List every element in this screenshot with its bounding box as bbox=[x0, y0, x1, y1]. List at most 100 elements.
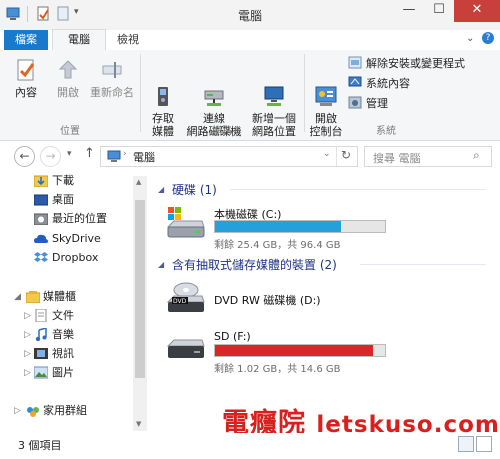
recent-locations-icon[interactable]: ▾ bbox=[67, 149, 72, 159]
uninstall-program-button[interactable]: 解除安裝或變更程式 bbox=[348, 56, 465, 72]
collapsed-arrow-icon[interactable]: ▷ bbox=[24, 345, 31, 363]
expanded-arrow-icon[interactable]: ◢ bbox=[14, 288, 21, 306]
scroll-up-icon[interactable]: ▲ bbox=[136, 178, 141, 186]
homegroup-icon bbox=[26, 404, 40, 417]
minimize-button[interactable]: — bbox=[394, 0, 424, 22]
nav-item-recent[interactable]: 最近的位置 bbox=[0, 210, 130, 228]
system-group-label: 系統 bbox=[376, 126, 396, 137]
nav-pictures-label: 圖片 bbox=[52, 366, 74, 379]
collapsed-arrow-icon[interactable]: ▷ bbox=[24, 326, 31, 344]
computer-icon bbox=[107, 150, 121, 165]
nav-skydrive-label: SkyDrive bbox=[52, 232, 101, 245]
group-divider bbox=[304, 54, 305, 132]
properties-label: 內容 bbox=[15, 86, 37, 99]
nav-item-pictures[interactable]: ▷ 圖片 bbox=[0, 364, 130, 382]
tab-view[interactable]: 檢視 bbox=[108, 30, 148, 50]
collapsed-arrow-icon[interactable]: ▷ bbox=[14, 402, 21, 420]
collapsed-arrow-icon[interactable]: ▷ bbox=[24, 307, 31, 325]
system-properties-label: 系統內容 bbox=[366, 77, 410, 90]
system-properties-button[interactable]: 系統內容 bbox=[348, 76, 410, 92]
media-icon bbox=[151, 71, 175, 106]
open-label: 開啟 bbox=[57, 86, 79, 99]
collapse-group-icon[interactable]: ◢ bbox=[158, 260, 164, 269]
properties-button[interactable]: 內容 bbox=[4, 58, 48, 99]
hard-drives-header[interactable]: 硬碟 (1) bbox=[172, 181, 217, 198]
drive-f-name: SD (F:) bbox=[214, 330, 251, 343]
dvd-drive-icon: DVD bbox=[166, 282, 206, 319]
rename-button[interactable]: 重新命名 bbox=[88, 58, 136, 99]
open-button[interactable]: 開啟 bbox=[48, 58, 88, 99]
forward-button[interactable]: → bbox=[40, 146, 61, 167]
drive-c-free-space: 剩餘 25.4 GB，共 96.4 GB bbox=[214, 240, 341, 251]
drive-f-usage-bar bbox=[214, 344, 386, 357]
up-button[interactable]: ↑ bbox=[84, 146, 95, 161]
scroll-down-icon[interactable]: ▼ bbox=[136, 420, 141, 428]
uninstall-icon bbox=[348, 56, 362, 69]
status-bar: 3 個項目 bbox=[0, 433, 500, 459]
music-icon bbox=[34, 327, 48, 342]
item-count: 3 個項目 bbox=[18, 439, 62, 452]
nav-item-music[interactable]: ▷ 音樂 bbox=[0, 326, 130, 344]
large-icons-view-icon[interactable] bbox=[476, 436, 492, 452]
group-divider bbox=[140, 54, 141, 132]
removable-header[interactable]: 含有抽取式儲存媒體的裝置 (2) bbox=[172, 256, 337, 273]
collapsed-arrow-icon[interactable]: ▷ bbox=[24, 364, 31, 382]
videos-icon bbox=[34, 347, 48, 360]
refresh-icon[interactable]: ↻ bbox=[341, 148, 351, 162]
access-media-label: 存取 媒體 bbox=[152, 112, 174, 138]
tab-file[interactable]: 檔案 bbox=[4, 30, 48, 50]
chevron-right-icon[interactable]: › bbox=[123, 149, 127, 159]
uninstall-label: 解除安裝或變更程式 bbox=[366, 57, 465, 70]
ribbon: 內容 開啟 重新命名 位置 存取 媒體 連線 網路磁碟機 新增一個 網路位置 網… bbox=[0, 50, 500, 141]
address-path: 電腦 bbox=[133, 151, 155, 164]
control-panel-button[interactable]: 開啟 控制台 bbox=[306, 58, 346, 138]
nav-desktop-label: 桌面 bbox=[52, 193, 74, 206]
rename-icon bbox=[100, 58, 124, 82]
nav-recent-label: 最近的位置 bbox=[52, 212, 107, 225]
nav-music-label: 音樂 bbox=[52, 328, 74, 341]
removable-drive-icon bbox=[166, 332, 206, 369]
documents-icon bbox=[34, 308, 48, 323]
drive-d-name: DVD RW 磁碟機 (D:) bbox=[214, 294, 321, 307]
details-view-icon[interactable] bbox=[458, 436, 474, 452]
search-input[interactable]: 搜尋 電腦 bbox=[373, 150, 421, 166]
back-button[interactable]: ← bbox=[14, 146, 35, 167]
address-dropdown-icon[interactable]: ⌄ bbox=[323, 149, 331, 159]
open-icon bbox=[56, 58, 80, 82]
nav-videos-label: 視訊 bbox=[52, 347, 74, 360]
address-box[interactable]: › 電腦 ⌄ ↻ bbox=[100, 146, 358, 167]
search-icon[interactable]: ⌕ bbox=[473, 148, 480, 163]
manage-label: 管理 bbox=[366, 97, 388, 110]
control-panel-icon bbox=[314, 71, 338, 106]
help-icon[interactable]: ? bbox=[482, 32, 494, 44]
nav-item-desktop[interactable]: 桌面 bbox=[0, 191, 130, 209]
nav-item-skydrive[interactable]: SkyDrive bbox=[0, 230, 130, 248]
nav-item-dropbox[interactable]: Dropbox bbox=[0, 249, 130, 267]
nav-item-documents[interactable]: ▷ 文件 bbox=[0, 307, 130, 325]
chevron-down-icon[interactable]: ⌄ bbox=[466, 33, 474, 44]
recent-places-icon bbox=[33, 212, 49, 226]
access-media-button[interactable]: 存取 媒體 bbox=[144, 58, 182, 138]
nav-documents-label: 文件 bbox=[52, 309, 74, 322]
network-location-icon bbox=[262, 71, 286, 106]
close-button[interactable]: ✕ bbox=[454, 0, 500, 22]
tab-computer[interactable]: 電腦 bbox=[52, 29, 106, 50]
nav-item-downloads[interactable]: 下載 bbox=[0, 172, 130, 190]
nav-item-videos[interactable]: ▷ 視訊 bbox=[0, 345, 130, 363]
collapse-group-icon[interactable]: ◢ bbox=[158, 185, 164, 194]
maximize-button[interactable]: ☐ bbox=[424, 0, 454, 22]
drive-c-usage-fill bbox=[215, 221, 341, 232]
manage-button[interactable]: 管理 bbox=[348, 96, 388, 112]
drive-f-free-space: 剩餘 1.02 GB，共 14.6 GB bbox=[214, 364, 341, 375]
nav-scrollbar-thumb[interactable] bbox=[135, 200, 145, 378]
nav-item-homegroup[interactable]: ▷ 家用群組 bbox=[0, 402, 130, 420]
search-box[interactable]: 搜尋 電腦 ⌕ bbox=[364, 146, 492, 167]
network-drive-icon bbox=[202, 71, 226, 106]
nav-item-libraries[interactable]: ◢ 媒體櫃 bbox=[0, 288, 130, 306]
ribbon-tabs: 檔案 電腦 檢視 ⌄ ? bbox=[0, 29, 500, 51]
nav-homegroup-label: 家用群組 bbox=[43, 404, 87, 417]
nav-downloads-label: 下載 bbox=[52, 174, 74, 187]
network-group-label: 網路 bbox=[212, 126, 232, 137]
nav-dropbox-label: Dropbox bbox=[52, 251, 99, 264]
hard-drive-icon bbox=[166, 207, 206, 244]
